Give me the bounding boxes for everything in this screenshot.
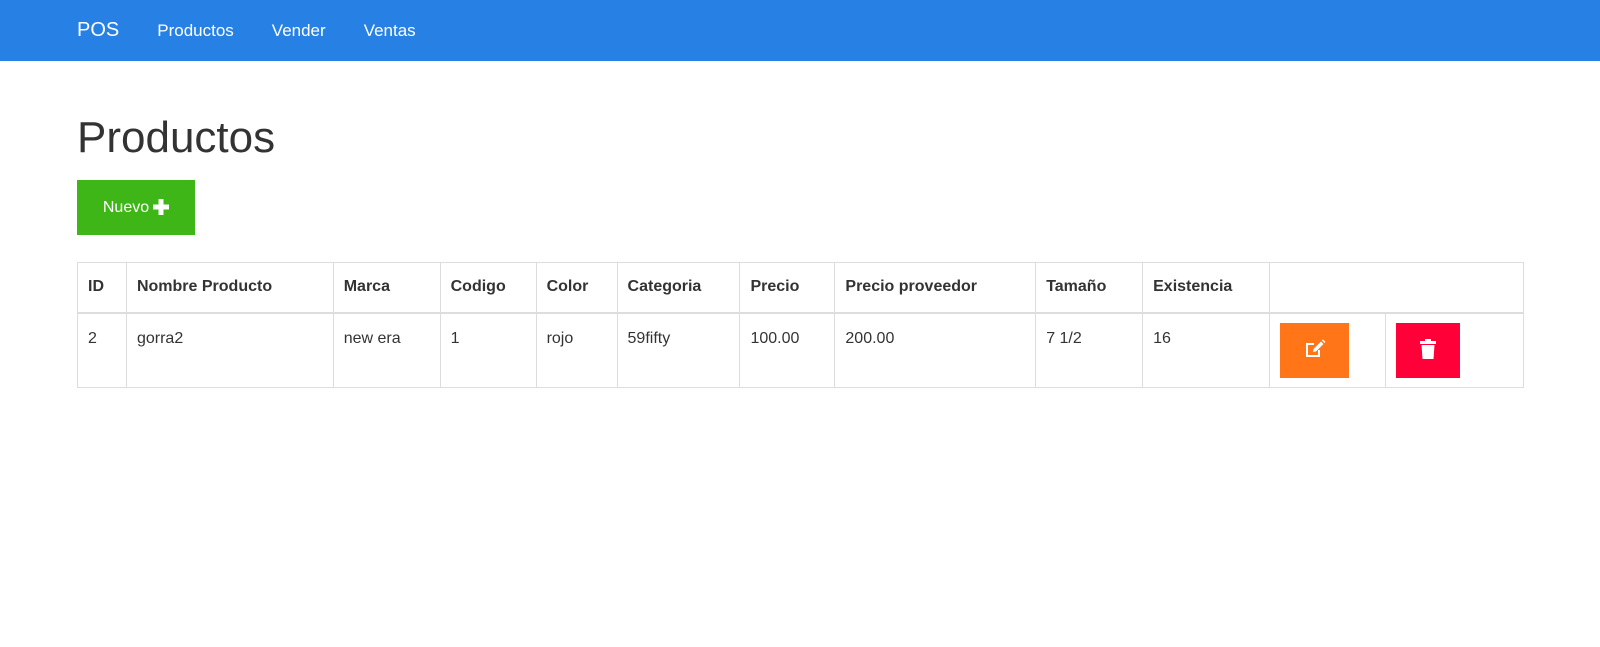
cell-delete <box>1385 312 1524 388</box>
new-button-label: Nuevo <box>102 198 150 216</box>
table-header-row: ID Nombre Producto Marca Codigo Color Ca… <box>77 262 1524 314</box>
header-name: Nombre Producto <box>125 262 334 314</box>
navbar: POS Productos Vender Ventas <box>0 0 1600 61</box>
brand-link[interactable]: POS <box>77 19 119 42</box>
edit-icon <box>1304 339 1326 362</box>
header-code: Codigo <box>439 262 537 314</box>
cell-brand: new era <box>332 312 441 388</box>
header-size: Tamaño <box>1035 262 1144 314</box>
header-price: Precio <box>739 262 836 314</box>
cell-code: 1 <box>439 312 537 388</box>
new-product-button[interactable]: Nuevo <box>77 180 195 235</box>
cell-size: 7 1/2 <box>1035 312 1144 388</box>
cell-supplier-price: 200.00 <box>834 312 1037 388</box>
header-color: Color <box>535 262 618 314</box>
cell-price: 100.00 <box>739 312 836 388</box>
trash-icon <box>1420 338 1436 362</box>
header-category: Categoria <box>616 262 741 314</box>
cell-stock: 16 <box>1142 312 1271 388</box>
nav-link-vender[interactable]: Vender <box>272 21 326 41</box>
cell-name: gorra2 <box>125 312 334 388</box>
products-table: ID Nombre Producto Marca Codigo Color Ca… <box>77 262 1524 388</box>
page-title: Productos <box>77 113 276 162</box>
header-id: ID <box>77 262 127 314</box>
table-row: 2 gorra2 new era 1 rojo 59fifty 100.00 2… <box>77 312 1524 388</box>
header-supplier-price: Precio proveedor <box>834 262 1037 314</box>
cell-id: 2 <box>77 312 127 388</box>
header-actions <box>1269 262 1524 314</box>
header-brand: Marca <box>332 262 441 314</box>
navbar-inner: POS Productos Vender Ventas <box>77 0 454 61</box>
main-container: Productos Nuevo ID Nombre Producto Marca… <box>77 61 1524 388</box>
edit-button[interactable] <box>1280 322 1350 378</box>
nav-link-ventas[interactable]: Ventas <box>364 21 416 41</box>
cell-edit <box>1269 312 1386 388</box>
cell-category: 59fifty <box>616 312 741 388</box>
header-stock: Existencia <box>1142 262 1271 314</box>
nav-link-productos[interactable]: Productos <box>157 21 234 41</box>
plus-icon <box>153 197 170 219</box>
delete-button[interactable] <box>1396 322 1460 378</box>
cell-color: rojo <box>535 312 618 388</box>
